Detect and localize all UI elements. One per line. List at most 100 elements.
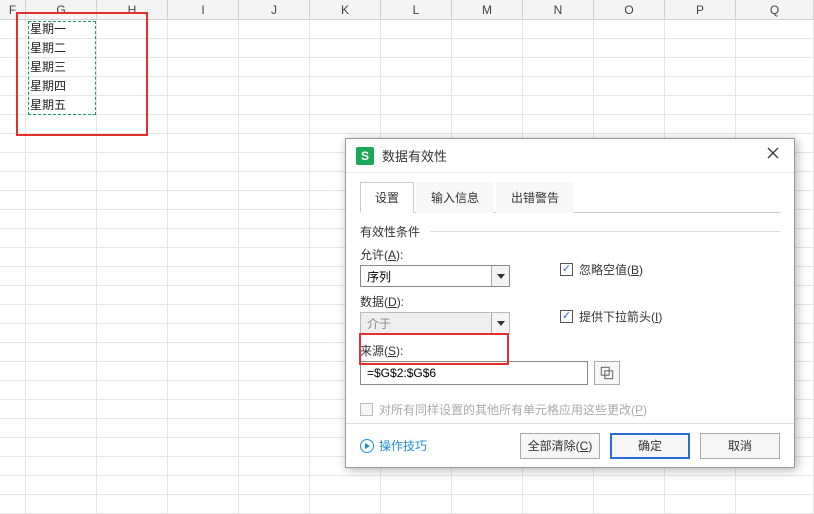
cell[interactable] xyxy=(26,343,97,362)
cell[interactable] xyxy=(523,495,594,514)
cell[interactable] xyxy=(239,134,310,153)
cell[interactable] xyxy=(26,248,97,267)
cell[interactable] xyxy=(381,58,452,77)
cell[interactable] xyxy=(381,96,452,115)
cell[interactable] xyxy=(381,20,452,39)
cell[interactable] xyxy=(736,96,814,115)
cell[interactable] xyxy=(26,324,97,343)
tab-settings[interactable]: 设置 xyxy=(360,182,414,213)
cell[interactable] xyxy=(665,77,736,96)
cell[interactable]: 星期二 xyxy=(26,39,97,58)
cell[interactable] xyxy=(168,58,239,77)
cell[interactable] xyxy=(239,286,310,305)
cell[interactable] xyxy=(736,58,814,77)
provide-dropdown-checkbox[interactable]: 提供下拉箭头(I) xyxy=(560,308,780,325)
col-header-M[interactable]: M xyxy=(452,0,523,19)
cell[interactable] xyxy=(26,419,97,438)
cell[interactable] xyxy=(381,77,452,96)
cell[interactable] xyxy=(97,20,168,39)
cell[interactable] xyxy=(97,305,168,324)
cell[interactable] xyxy=(97,495,168,514)
cell[interactable] xyxy=(736,495,814,514)
tab-error-alert[interactable]: 出错警告 xyxy=(496,182,574,213)
cell[interactable] xyxy=(310,96,381,115)
cell[interactable] xyxy=(97,343,168,362)
cell[interactable] xyxy=(168,134,239,153)
ignore-blank-checkbox[interactable]: 忽略空值(B) xyxy=(560,261,780,278)
cell[interactable] xyxy=(168,229,239,248)
cell[interactable] xyxy=(97,191,168,210)
cell[interactable] xyxy=(239,495,310,514)
cell[interactable] xyxy=(0,191,26,210)
tab-input-message[interactable]: 输入信息 xyxy=(416,182,494,213)
col-header-Q[interactable]: Q xyxy=(736,0,814,19)
cell[interactable] xyxy=(523,20,594,39)
cell[interactable] xyxy=(97,438,168,457)
cell[interactable] xyxy=(452,39,523,58)
cell[interactable] xyxy=(310,58,381,77)
cell[interactable] xyxy=(168,191,239,210)
cell[interactable] xyxy=(97,115,168,134)
cell[interactable] xyxy=(97,476,168,495)
cell[interactable] xyxy=(0,58,26,77)
cell[interactable] xyxy=(0,362,26,381)
cell[interactable]: 星期三 xyxy=(26,58,97,77)
col-header-G[interactable]: G xyxy=(26,0,97,19)
cell[interactable] xyxy=(523,476,594,495)
cell[interactable] xyxy=(26,153,97,172)
cell[interactable] xyxy=(0,115,26,134)
cell[interactable] xyxy=(97,267,168,286)
cell[interactable] xyxy=(26,172,97,191)
cell[interactable] xyxy=(26,210,97,229)
cell[interactable] xyxy=(239,191,310,210)
cell[interactable] xyxy=(523,58,594,77)
cell[interactable] xyxy=(0,305,26,324)
cell[interactable] xyxy=(594,20,665,39)
cell[interactable] xyxy=(665,20,736,39)
cell[interactable] xyxy=(97,153,168,172)
cell[interactable] xyxy=(97,172,168,191)
cell[interactable] xyxy=(452,58,523,77)
cell[interactable] xyxy=(239,229,310,248)
cell[interactable] xyxy=(97,362,168,381)
cell[interactable] xyxy=(97,248,168,267)
cell[interactable] xyxy=(452,77,523,96)
cell[interactable] xyxy=(594,39,665,58)
cell[interactable] xyxy=(736,476,814,495)
cell[interactable] xyxy=(168,210,239,229)
cell[interactable] xyxy=(97,134,168,153)
cell[interactable] xyxy=(0,267,26,286)
cell[interactable] xyxy=(97,324,168,343)
cell[interactable] xyxy=(381,115,452,134)
cell[interactable] xyxy=(239,457,310,476)
cell[interactable]: 星期四 xyxy=(26,77,97,96)
cell[interactable] xyxy=(26,115,97,134)
cell[interactable] xyxy=(381,495,452,514)
cell[interactable] xyxy=(452,115,523,134)
cell[interactable] xyxy=(0,210,26,229)
cell[interactable] xyxy=(168,96,239,115)
cell[interactable] xyxy=(239,172,310,191)
cell[interactable] xyxy=(26,400,97,419)
cell[interactable] xyxy=(594,77,665,96)
col-header-K[interactable]: K xyxy=(310,0,381,19)
cell[interactable] xyxy=(523,96,594,115)
cell[interactable] xyxy=(0,77,26,96)
cell[interactable] xyxy=(0,134,26,153)
cell[interactable] xyxy=(239,153,310,172)
cell[interactable] xyxy=(97,210,168,229)
cell[interactable] xyxy=(594,115,665,134)
cell[interactable] xyxy=(310,20,381,39)
clear-all-button[interactable]: 全部清除(C) xyxy=(520,433,600,459)
cell[interactable] xyxy=(26,229,97,248)
cell[interactable] xyxy=(523,115,594,134)
cell[interactable] xyxy=(239,20,310,39)
cell[interactable] xyxy=(97,39,168,58)
cell[interactable] xyxy=(381,476,452,495)
tips-link[interactable]: 操作技巧 xyxy=(360,437,510,454)
cell[interactable] xyxy=(168,305,239,324)
cell[interactable] xyxy=(239,438,310,457)
cell[interactable] xyxy=(97,419,168,438)
col-header-I[interactable]: I xyxy=(168,0,239,19)
cell[interactable] xyxy=(168,362,239,381)
